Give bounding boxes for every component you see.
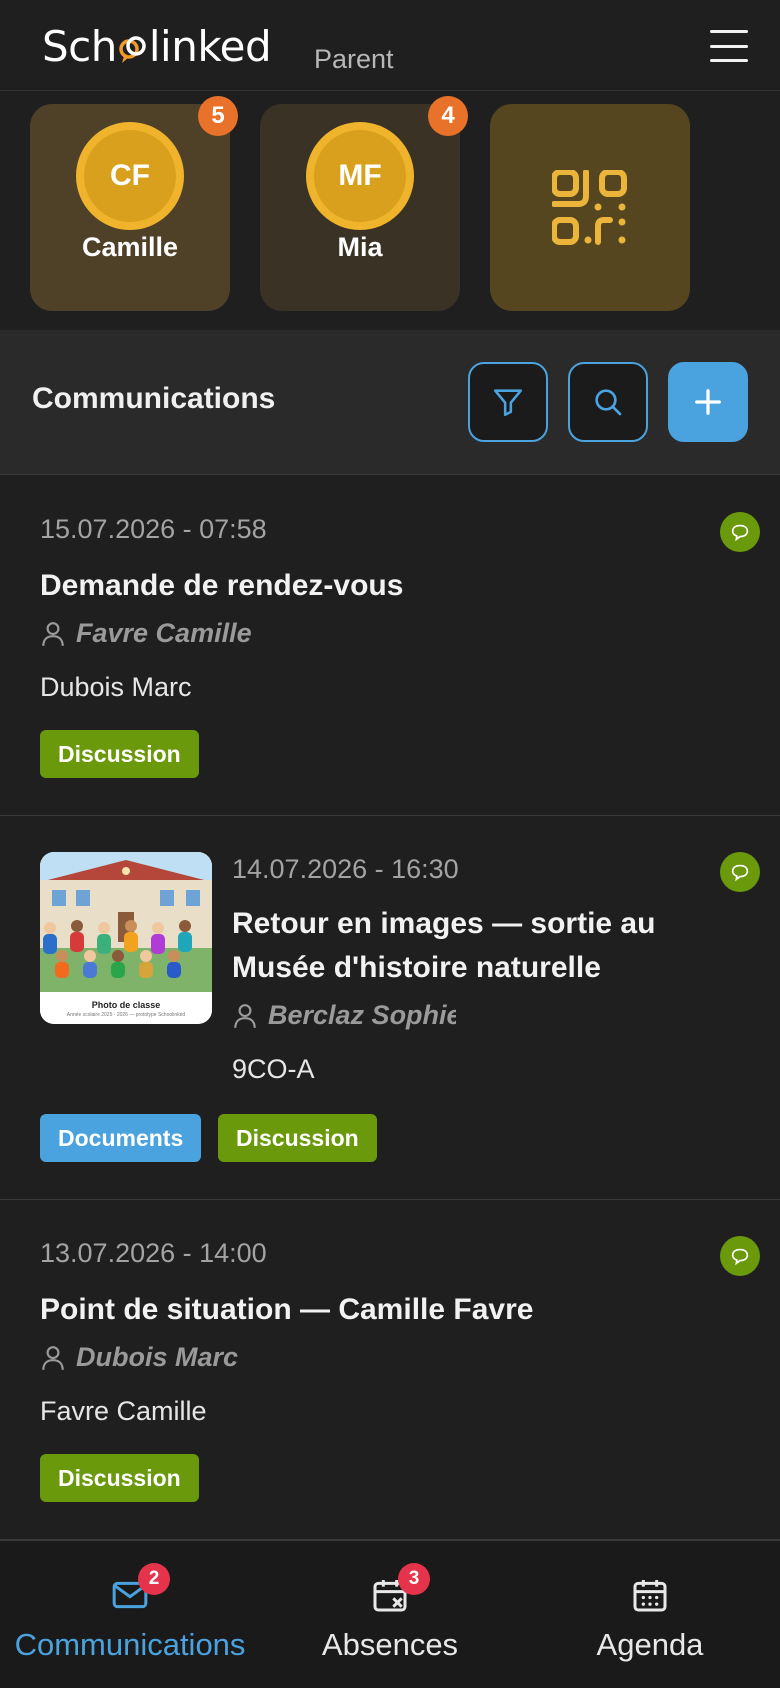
user-icon bbox=[234, 1003, 256, 1028]
list-item[interactable]: 15.07.2026 - 07:58 Demande de rendez-vou… bbox=[0, 476, 780, 816]
student-card-camille[interactable]: CF Camille 5 bbox=[30, 96, 238, 311]
author-row: Dubois Marc bbox=[40, 1342, 238, 1373]
thumbnail-subcaption: Année scolaire 2025 - 2026 — prototype S… bbox=[66, 1012, 186, 1018]
user-icon bbox=[42, 621, 64, 646]
list-item[interactable]: Photo de classe Année scolaire 2025 - 20… bbox=[0, 816, 780, 1200]
message-date: 15.07.2026 - 07:58 bbox=[40, 514, 267, 544]
message-author: Berclaz Sophie bbox=[268, 1000, 456, 1030]
bottom-navigation: 2 Communications 3 Absences Agenda bbox=[0, 1540, 780, 1688]
student-name: Mia bbox=[337, 232, 383, 262]
plus-icon bbox=[695, 389, 721, 415]
chat-bubble-icon bbox=[720, 512, 760, 552]
tag-discussion: Discussion bbox=[40, 1454, 199, 1502]
chat-bubble-icon bbox=[720, 852, 760, 892]
message-subject-line-2: Musée d'histoire naturelle bbox=[232, 951, 601, 984]
notification-badge: 2 bbox=[138, 1563, 170, 1595]
list-item[interactable]: 13.07.2026 - 14:00 Point de situation — … bbox=[0, 1200, 780, 1540]
filter-icon bbox=[493, 389, 523, 417]
chat-bubble-icon bbox=[720, 1236, 760, 1276]
thumbnail-caption: Photo de classe bbox=[91, 1000, 161, 1010]
qr-code-card[interactable] bbox=[490, 104, 690, 311]
page-title: Communications bbox=[32, 382, 276, 415]
message-subject: Demande de rendez-vous bbox=[40, 569, 404, 602]
search-icon bbox=[595, 389, 622, 416]
nav-label: Agenda bbox=[596, 1627, 704, 1662]
message-recipient: Dubois Marc bbox=[40, 672, 192, 702]
logo-text-left: Sch bbox=[42, 21, 117, 71]
communications-toolbar: Communications bbox=[0, 330, 780, 475]
student-selector: CF Camille 5 MF Mia 4 bbox=[0, 92, 780, 330]
avatar: MF bbox=[306, 122, 414, 230]
calendar-icon bbox=[633, 1580, 667, 1612]
tag-documents: Documents bbox=[40, 1114, 202, 1162]
hamburger-menu-icon[interactable] bbox=[706, 26, 752, 66]
add-communication-button[interactable] bbox=[668, 362, 748, 442]
student-card-mia[interactable]: MF Mia 4 bbox=[260, 96, 468, 311]
message-thumbnail: Photo de classe Année scolaire 2025 - 20… bbox=[40, 852, 212, 1024]
logo-text-right: linked bbox=[148, 21, 272, 71]
class-photo-image bbox=[40, 852, 212, 1024]
schoolinked-logo[interactable]: Sch linked bbox=[42, 20, 272, 72]
app-header: Sch linked Parent bbox=[0, 0, 780, 91]
message-date: 14.07.2026 - 16:30 bbox=[232, 854, 459, 884]
message-subject-line-1: Retour en images — sortie au bbox=[232, 907, 656, 940]
notification-badge: 5 bbox=[198, 96, 238, 136]
tag-discussion: Discussion bbox=[218, 1114, 377, 1162]
author-row: Favre Camille bbox=[40, 618, 252, 649]
message-author: Dubois Marc bbox=[76, 1342, 239, 1372]
message-recipient: Favre Camille bbox=[40, 1396, 207, 1426]
student-name: Camille bbox=[81, 232, 179, 262]
message-subject: Point de situation — Camille Favre bbox=[40, 1293, 534, 1326]
logo-bubble-icon bbox=[118, 29, 148, 63]
nav-absences[interactable]: 3 Absences bbox=[260, 1541, 520, 1688]
author-row: Berclaz Sophie bbox=[232, 1000, 456, 1031]
message-author: Favre Camille bbox=[76, 618, 252, 648]
qr-code-icon bbox=[552, 170, 627, 245]
user-icon bbox=[42, 1345, 64, 1370]
nav-agenda[interactable]: Agenda bbox=[520, 1541, 780, 1688]
nav-communications[interactable]: 2 Communications bbox=[0, 1541, 260, 1688]
role-label: Parent bbox=[314, 44, 394, 74]
message-recipient: 9CO-A bbox=[232, 1054, 315, 1084]
avatar: CF bbox=[76, 122, 184, 230]
message-date: 13.07.2026 - 14:00 bbox=[40, 1238, 267, 1268]
nav-label: Communications bbox=[14, 1627, 246, 1662]
notification-badge: 4 bbox=[428, 96, 468, 136]
notification-badge: 3 bbox=[398, 1563, 430, 1595]
tag-discussion: Discussion bbox=[40, 730, 199, 778]
search-button[interactable] bbox=[568, 362, 648, 442]
nav-label: Absences bbox=[321, 1627, 459, 1662]
filter-button[interactable] bbox=[468, 362, 548, 442]
